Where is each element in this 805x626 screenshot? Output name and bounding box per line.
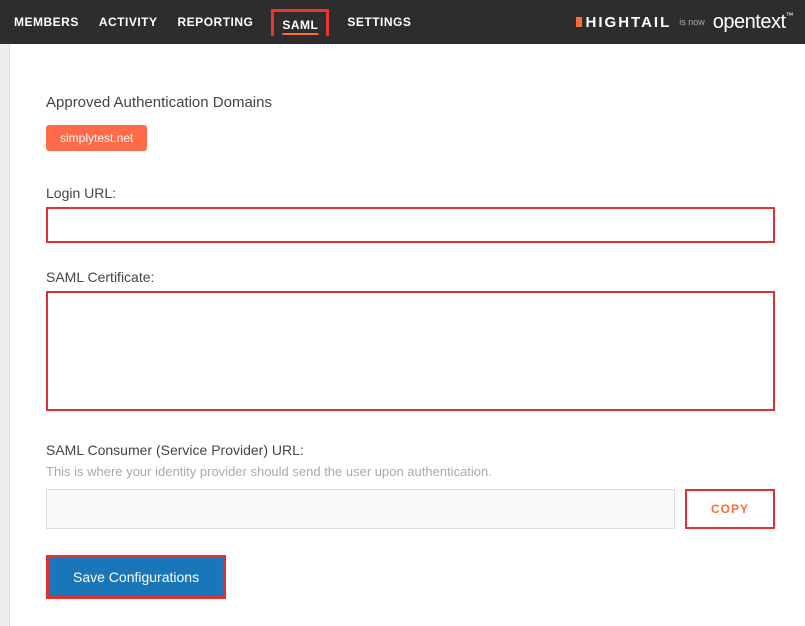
consumer-url-input[interactable] — [46, 489, 675, 529]
nav-members[interactable]: MEMBERS — [12, 11, 81, 33]
left-gutter — [0, 44, 10, 626]
consumer-url-label: SAML Consumer (Service Provider) URL: — [46, 442, 775, 458]
nav-settings[interactable]: SETTINGS — [345, 11, 413, 33]
saml-cert-textarea[interactable] — [46, 291, 775, 411]
opentext-tm: ™ — [786, 11, 794, 20]
saml-cert-label: SAML Certificate: — [46, 269, 775, 285]
login-url-label: Login URL: — [46, 185, 775, 201]
approved-domains-title: Approved Authentication Domains — [46, 94, 775, 111]
brand-area: HIGHTAIL is now opentext™ — [576, 11, 793, 34]
nav-reporting[interactable]: REPORTING — [176, 11, 256, 33]
login-url-input[interactable] — [46, 207, 775, 243]
top-header: MEMBERS ACTIVITY REPORTING SAML SETTINGS… — [0, 0, 805, 44]
copy-button[interactable]: COPY — [685, 489, 775, 529]
hightail-mark-icon — [576, 17, 582, 27]
hightail-logo: HIGHTAIL — [576, 14, 672, 31]
hightail-wordmark: HIGHTAIL — [586, 14, 672, 31]
content-wrapper: Approved Authentication Domains simplyte… — [0, 44, 805, 626]
consumer-row: COPY — [46, 489, 775, 529]
opentext-word: opentext — [713, 11, 786, 33]
main-nav: MEMBERS ACTIVITY REPORTING SAML SETTINGS — [12, 9, 413, 36]
nav-activity[interactable]: ACTIVITY — [97, 11, 160, 33]
is-now-text: is now — [679, 17, 705, 27]
save-configurations-button[interactable]: Save Configurations — [46, 555, 226, 599]
consumer-url-help: This is where your identity provider sho… — [46, 464, 775, 479]
nav-saml[interactable]: SAML — [271, 9, 329, 36]
domain-tag[interactable]: simplytest.net — [46, 125, 147, 151]
saml-settings-panel: Approved Authentication Domains simplyte… — [10, 44, 805, 626]
opentext-logo: opentext™ — [713, 11, 793, 34]
